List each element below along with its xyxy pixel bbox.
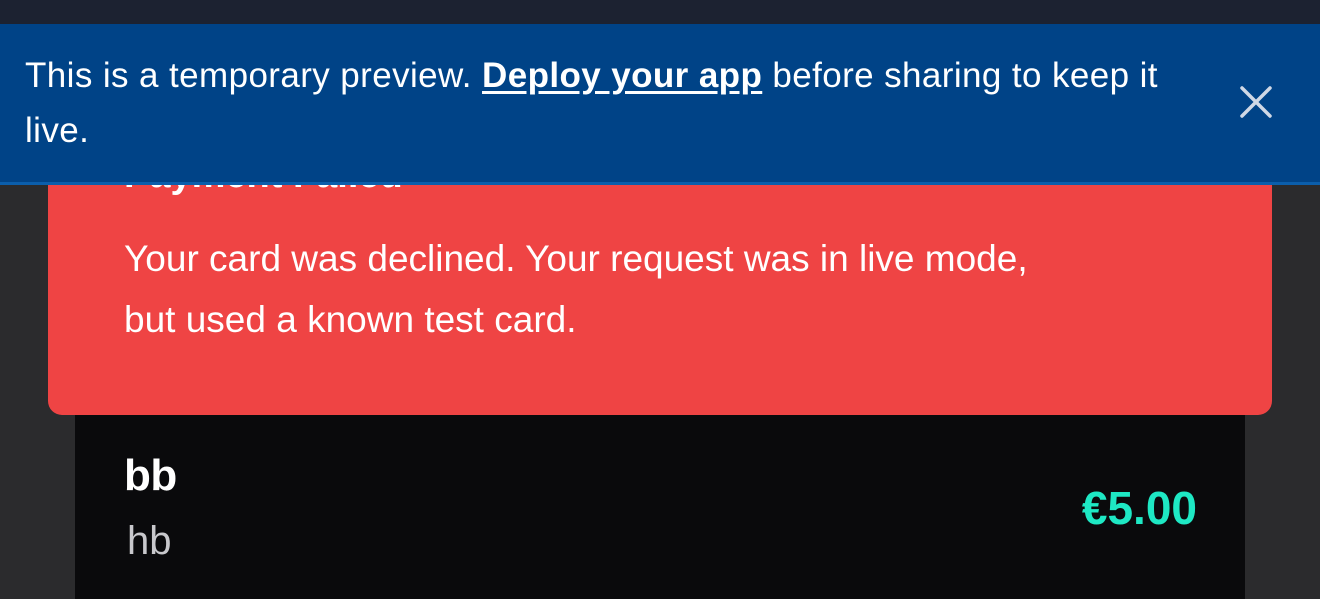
deploy-app-link[interactable]: Deploy your app (482, 56, 762, 95)
banner-message: This is a temporary preview. Deploy your… (25, 48, 1205, 158)
banner-text-before: This is a temporary preview. (25, 56, 483, 95)
preview-banner: This is a temporary preview. Deploy your… (0, 24, 1320, 185)
item-title: bb (124, 451, 177, 500)
toast-message: Your card was declined. Your request was… (124, 238, 1028, 340)
cart-item-card[interactable]: bb hb €5.00 (75, 405, 1245, 599)
item-price: €5.00 (1081, 482, 1197, 534)
close-icon (1240, 86, 1272, 118)
app-page: bb hb €5.00 Payment Failed Your card was… (0, 0, 1320, 599)
top-status-strip (0, 0, 1320, 24)
item-subtitle: hb (127, 519, 172, 563)
close-banner-button[interactable] (1236, 82, 1276, 122)
